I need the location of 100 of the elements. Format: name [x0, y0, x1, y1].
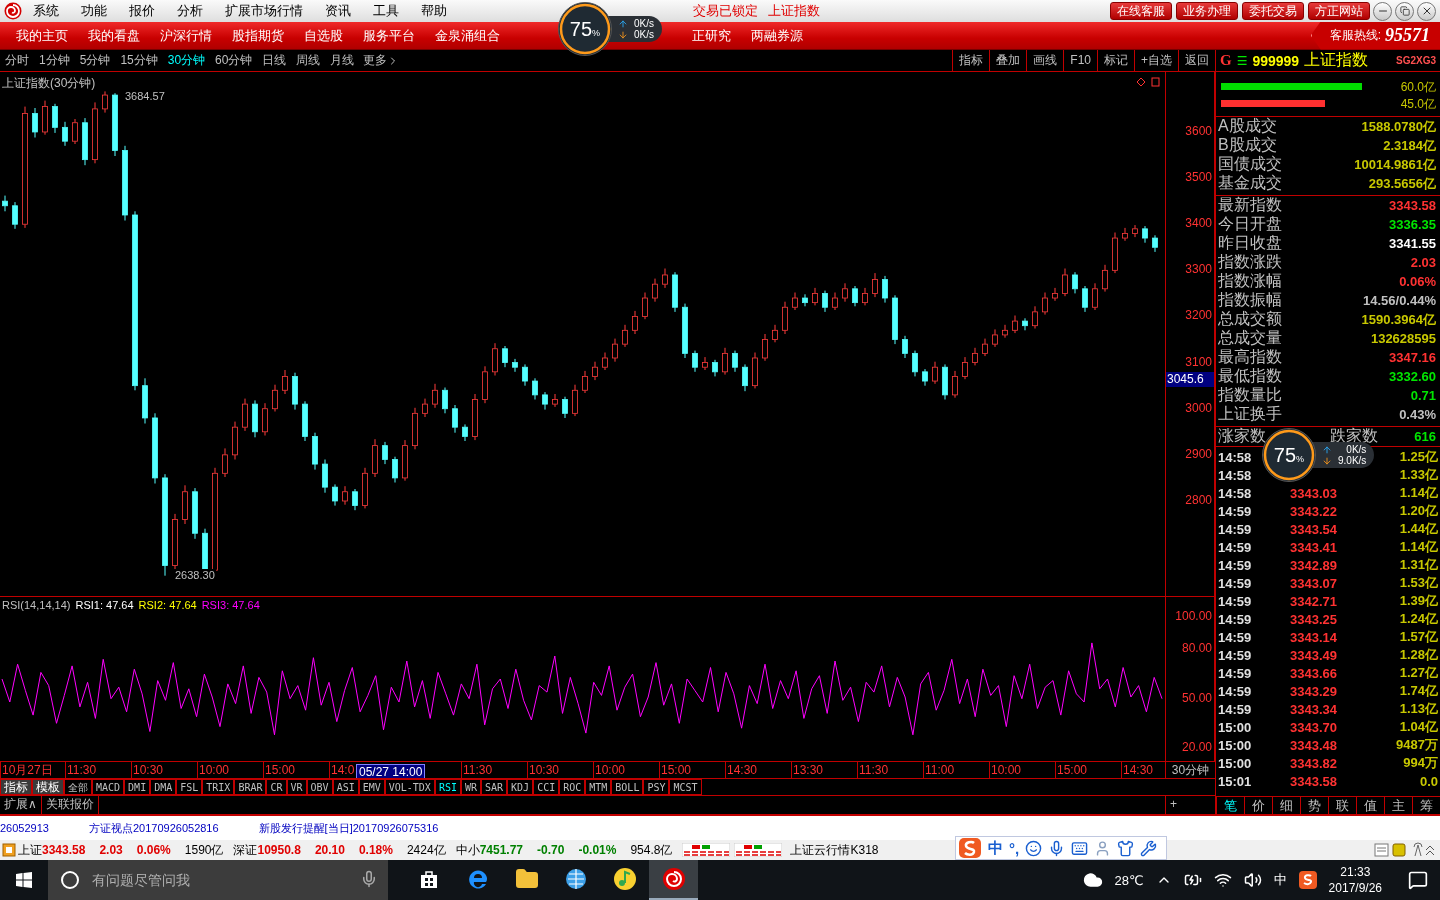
search-field[interactable]: 有问题尽管问我 [48, 860, 388, 900]
stat-value: 2.03 [1410, 255, 1436, 270]
input-mode[interactable]: 中 [1273, 871, 1287, 889]
indicator-tab[interactable]: KDJ [507, 779, 534, 795]
menu-item[interactable]: 帮助 [410, 2, 458, 20]
indicator-tab[interactable]: MTM [585, 779, 612, 795]
logo-icon [4, 2, 22, 20]
indicator-tab[interactable]: MACD [92, 779, 125, 795]
volume-label: 45.0亿 [1400, 96, 1436, 113]
indicator-tab[interactable]: BOLL [611, 779, 644, 795]
period-tab[interactable]: 1分钟 [34, 52, 75, 69]
indicator-tab[interactable]: FSL [176, 779, 203, 795]
indicator-tab[interactable]: SAR [481, 779, 508, 795]
service-button[interactable]: 委托交易 [1242, 2, 1304, 20]
restore-button[interactable] [1395, 1, 1414, 21]
indicator-tab[interactable]: EMV [358, 779, 385, 795]
indicator-tab[interactable]: CCI [533, 779, 560, 795]
nav-tab[interactable]: 两融券源 [741, 26, 813, 45]
candle [502, 345, 508, 368]
wifi-icon[interactable] [1213, 871, 1232, 889]
tool-button[interactable]: 指标 [952, 50, 990, 71]
nav-tab[interactable]: 我的主页 [6, 26, 78, 45]
keyboard-icon[interactable] [1071, 839, 1089, 857]
indicator-tab[interactable]: ASI [332, 779, 359, 795]
stat-value: 3332.60 [1389, 369, 1436, 384]
menu-item[interactable]: 功能 [70, 2, 118, 20]
menu-item[interactable]: 系统 [22, 2, 70, 20]
service-button[interactable]: 业务办理 [1176, 2, 1238, 20]
clock[interactable]: 21:33 2017/9/26 [1328, 864, 1382, 896]
nav-tab[interactable]: 自选股 [294, 26, 353, 45]
period-tab[interactable]: 分时 [0, 52, 34, 69]
indicator-tab[interactable]: VOL-TDX [384, 779, 435, 795]
notifications-icon[interactable] [1408, 870, 1428, 890]
indicator-tab[interactable]: ROC [559, 779, 586, 795]
period-tab[interactable]: 5分钟 [74, 52, 116, 69]
news-link[interactable]: 方证视点20170926052816 [88, 820, 219, 836]
tick-price: 3343.48 [1290, 737, 1337, 753]
period-tab[interactable]: 15分钟 [115, 52, 163, 69]
tool-button[interactable]: 返回 [1178, 50, 1215, 71]
period-tab[interactable]: 60分钟 [210, 52, 258, 69]
menu-item[interactable]: 工具 [362, 2, 410, 20]
candle [712, 359, 718, 377]
nav-tab[interactable]: 正研究 [682, 26, 741, 45]
nav-tab[interactable]: 服务平台 [353, 26, 425, 45]
more-button[interactable]: 更多 [359, 52, 404, 69]
candle [632, 310, 638, 335]
stat-value: 0.43% [1399, 407, 1436, 422]
tool-button[interactable]: 标记 [1097, 50, 1134, 71]
stat-value: 1590.3964亿 [1361, 310, 1436, 329]
tool-button[interactable]: 画线 [1026, 50, 1064, 71]
indicator-tab[interactable]: WR [460, 779, 481, 795]
usage-percent: 75% [1273, 443, 1305, 467]
emoji-icon[interactable] [1025, 839, 1043, 857]
news-link[interactable]: 新股发行提醒[当日]20170926075316 [258, 820, 439, 836]
service-button[interactable]: 方正网站 [1308, 2, 1370, 20]
nav-tab[interactable]: 我的看盘 [78, 26, 150, 45]
axis-label: 3400 [1185, 216, 1212, 231]
trading-app-icon[interactable] [649, 860, 698, 900]
candle [1012, 315, 1018, 334]
tool-button[interactable]: 叠加 [989, 50, 1027, 71]
tool-button[interactable]: F10 [1063, 50, 1097, 71]
period-tab[interactable]: 日线 [257, 52, 292, 69]
indicator-tab[interactable]: VR [286, 779, 307, 795]
indicator-tab[interactable]: CR [266, 779, 287, 795]
indicator-tab[interactable]: 模板 [32, 779, 64, 795]
menu-item[interactable]: 扩展市场行情 [214, 2, 314, 20]
microphone-icon[interactable] [360, 870, 378, 888]
service-button[interactable]: 在线客服 [1110, 2, 1172, 20]
period-tab[interactable]: 月线 [325, 52, 360, 69]
minimize-button[interactable] [1373, 1, 1392, 21]
news-link[interactable]: 26052913 [0, 822, 49, 834]
menu-item[interactable]: 报价 [118, 2, 166, 20]
indicator-tab[interactable]: 全部 [64, 779, 92, 795]
wrench-icon[interactable] [1140, 839, 1158, 857]
indicator-tab[interactable]: OBV [306, 779, 333, 795]
menu-item[interactable]: 分析 [166, 2, 214, 20]
indicator-tab[interactable]: DMI [124, 779, 151, 795]
nav-tab[interactable]: 沪深行情 [150, 26, 222, 45]
period-tab[interactable]: 30分钟 [162, 52, 211, 69]
indicator-tab[interactable]: TRIX [202, 779, 235, 795]
period-tab[interactable]: 周线 [291, 52, 326, 69]
nav-tab[interactable]: 金泉涌组合 [425, 26, 510, 45]
indicator-tab[interactable]: DMA [150, 779, 177, 795]
candle [1142, 225, 1148, 244]
usage-percent: 75% [569, 17, 601, 41]
volume-icon[interactable] [1243, 871, 1262, 889]
indicator-tab[interactable]: PSY [643, 779, 670, 795]
tool-button[interactable]: +自选 [1134, 50, 1178, 71]
shirt-icon[interactable] [1117, 839, 1135, 857]
punctuation-toggle[interactable]: °, [1009, 839, 1020, 857]
menu-item[interactable]: 资讯 [314, 2, 362, 20]
index-change: 2.03 [99, 843, 123, 857]
indicator-tab[interactable]: RSI [434, 779, 461, 795]
indicator-tab[interactable]: BRAR [234, 779, 267, 795]
close-button[interactable] [1417, 1, 1436, 21]
nav-tab[interactable]: 股指期货 [222, 26, 294, 45]
indicator-tab[interactable]: MCST [669, 779, 702, 795]
indicator-tab[interactable]: 指标 [0, 779, 32, 795]
ime-mode[interactable]: 中 [988, 838, 1003, 858]
weather-icon[interactable] [1082, 870, 1103, 890]
